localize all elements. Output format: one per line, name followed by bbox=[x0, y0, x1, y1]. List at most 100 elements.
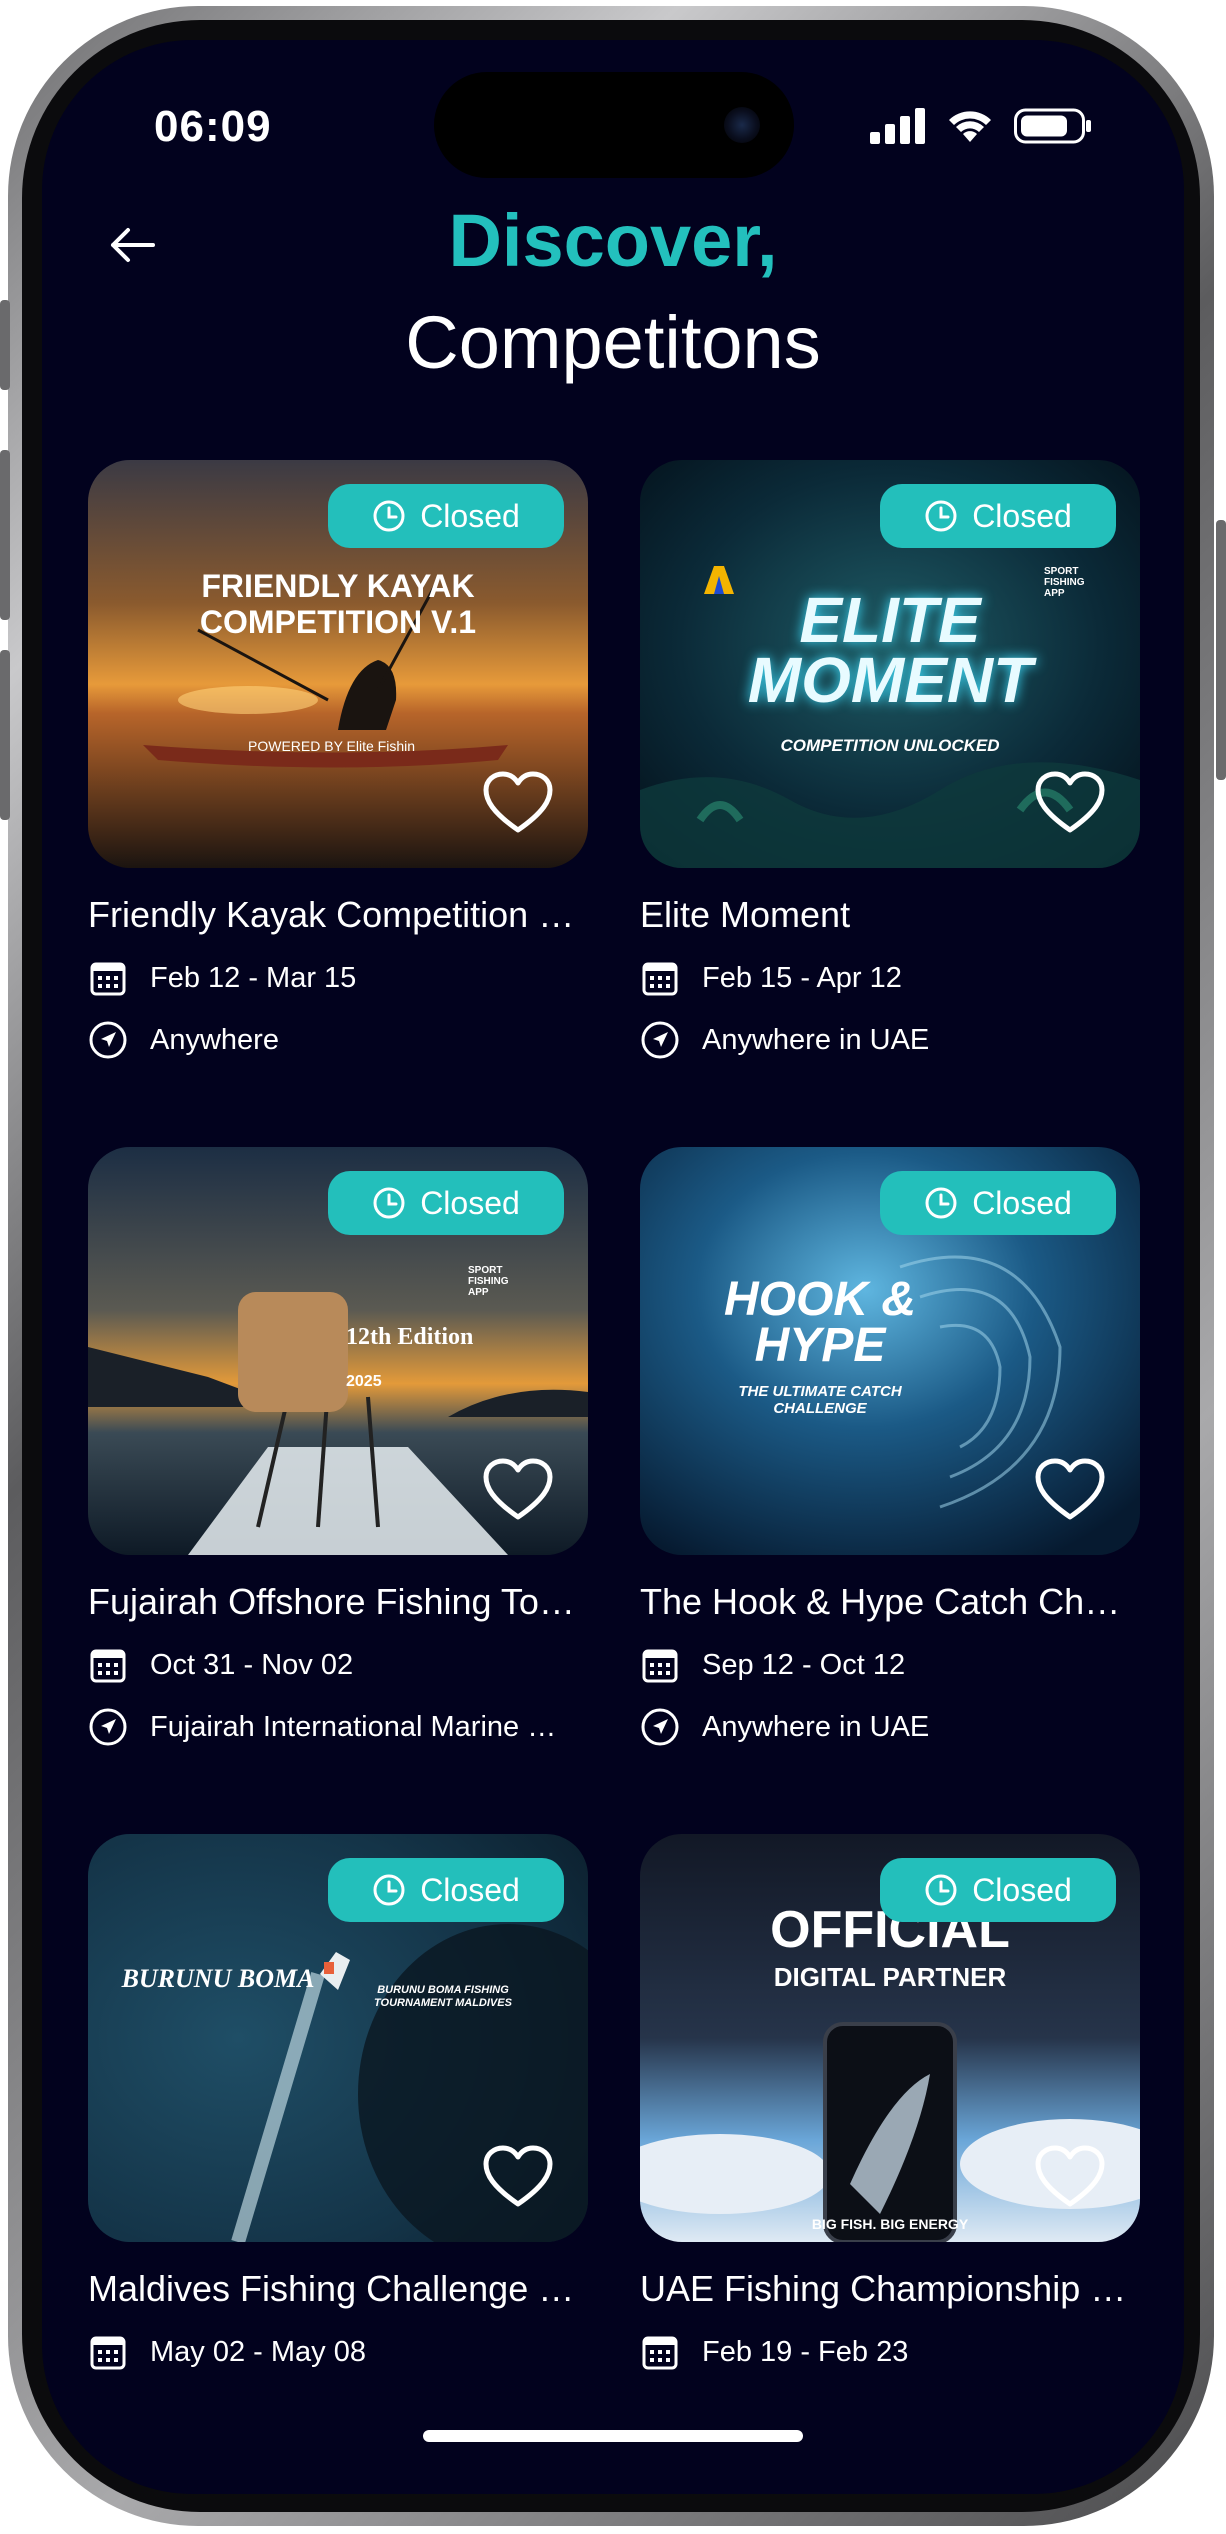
competition-title: Maldives Fishing Challenge 2025 bbox=[88, 2268, 588, 2309]
competition-card[interactable]: FRIENDLY KAYAK COMPETITION V.1 POWERED B… bbox=[88, 460, 588, 1060]
heart-icon[interactable] bbox=[482, 1457, 554, 1523]
clock-icon bbox=[925, 500, 957, 532]
date-row: Oct 31 - Nov 02 bbox=[88, 1645, 588, 1685]
competition-card[interactable]: OFFICIAL DIGITAL PARTNER BIG FISH. BIG E… bbox=[640, 1834, 1140, 2372]
competition-title: Friendly Kayak Competition V.1 bbox=[88, 894, 588, 935]
navigation-icon bbox=[88, 1707, 128, 1747]
date-range: Oct 31 - Nov 02 bbox=[150, 1648, 354, 1681]
poster-logo-text: SPORT FISHING APP bbox=[468, 1265, 509, 1298]
competition-title: Elite Moment bbox=[640, 894, 851, 935]
status-badge: Closed bbox=[328, 484, 564, 548]
heart-icon[interactable] bbox=[482, 2144, 554, 2210]
competition-card[interactable]: BURUNU BOMA BURUNU BOMA FISHING TOURNAME… bbox=[88, 1834, 588, 2372]
status-badge: Closed bbox=[880, 1171, 1116, 1235]
heart-icon[interactable] bbox=[1034, 770, 1106, 836]
heart-icon[interactable] bbox=[1034, 2144, 1106, 2210]
poster-subtitle: DIGITAL PARTNER bbox=[773, 1962, 1007, 1992]
poster-logo-text: SPORT FISHING APP bbox=[1044, 566, 1085, 599]
location-row: Anywhere in UAE bbox=[640, 1707, 1140, 1747]
date-range: Feb 12 - Mar 15 bbox=[150, 961, 357, 994]
status-time: 06:09 bbox=[154, 102, 272, 151]
location: Anywhere in UAE bbox=[702, 1710, 930, 1743]
competition-card[interactable]: 12th Edition 2025 SPORT FISHING APP Clos… bbox=[88, 1147, 588, 1747]
home-indicator[interactable] bbox=[423, 2430, 803, 2442]
clock-icon bbox=[373, 1187, 405, 1219]
page-title-line1: Discover, bbox=[448, 199, 778, 282]
navigation-icon bbox=[640, 1707, 680, 1747]
clock-icon bbox=[373, 500, 405, 532]
date-range: May 02 - May 08 bbox=[150, 2335, 366, 2368]
competition-title: The Hook & Hype Catch Challenge bbox=[640, 1581, 1140, 1622]
competition-image[interactable]: BURUNU BOMA BURUNU BOMA FISHING TOURNAME… bbox=[88, 1834, 588, 2242]
competition-card[interactable]: HOOK & HYPE THE ULTIMATE CATCH CHALLENGE… bbox=[640, 1147, 1140, 1747]
date-range: Feb 19 - Feb 23 bbox=[702, 2335, 909, 2368]
poster-line1: HOOK & bbox=[724, 1273, 916, 1326]
date-row: Feb 19 - Feb 23 bbox=[640, 2332, 1140, 2372]
poster-title: FRIENDLY KAYAK COMPETITION V.1 bbox=[88, 568, 588, 640]
date-range: Feb 15 - Apr 12 bbox=[702, 961, 902, 994]
status-label: Closed bbox=[972, 1184, 1072, 1221]
sponsor-logo-icon bbox=[704, 566, 734, 594]
date-row: May 02 - May 08 bbox=[88, 2332, 588, 2372]
poster-caption: THE ULTIMATE CATCH CHALLENGE bbox=[738, 1383, 902, 1417]
volume-up-button bbox=[0, 450, 10, 620]
poster-line1: FRIENDLY KAYAK bbox=[201, 568, 475, 604]
poster-caption: COMPETITION UNLOCKED bbox=[780, 736, 1000, 755]
clock-icon bbox=[925, 1187, 957, 1219]
battery-icon bbox=[1014, 108, 1091, 144]
competition-title: Fujairah Offshore Fishing Tournament bbox=[88, 1581, 588, 1622]
location: Anywhere bbox=[150, 1023, 279, 1056]
date-range: Sep 12 - Oct 12 bbox=[702, 1648, 906, 1681]
dynamic-island bbox=[434, 72, 794, 178]
status-label: Closed bbox=[972, 1871, 1072, 1908]
calendar-icon bbox=[88, 958, 128, 998]
calendar-icon bbox=[640, 958, 680, 998]
competition-image[interactable]: FRIENDLY KAYAK COMPETITION V.1 POWERED B… bbox=[88, 460, 588, 868]
app-screen: 06:09 Discover, Competitons FRIENDLY KAY… bbox=[42, 40, 1184, 2494]
power-button bbox=[1216, 520, 1226, 780]
competition-image[interactable]: OFFICIAL DIGITAL PARTNER BIG FISH. BIG E… bbox=[640, 1834, 1140, 2242]
clock-icon bbox=[373, 1874, 405, 1906]
heart-icon[interactable] bbox=[1034, 1457, 1106, 1523]
heart-icon[interactable] bbox=[482, 770, 554, 836]
location-row: Anywhere in UAE bbox=[640, 1020, 1140, 1060]
competition-title: UAE Fishing Championship 2025 bbox=[640, 2268, 1140, 2309]
poster-line2: MOMENT bbox=[747, 644, 1033, 716]
date-row: Feb 15 - Apr 12 bbox=[640, 958, 1140, 998]
competition-image[interactable]: HOOK & HYPE THE ULTIMATE CATCH CHALLENGE… bbox=[640, 1147, 1140, 1555]
status-label: Closed bbox=[972, 497, 1072, 534]
poster-year: 2025 bbox=[346, 1373, 382, 1390]
volume-down-button bbox=[0, 650, 10, 820]
competition-image[interactable]: ELITE MOMENT COMPETITION UNLOCKED SPORT … bbox=[640, 460, 1140, 868]
page-title-line2: Competitons bbox=[405, 301, 821, 384]
poster-line2: HYPE bbox=[754, 1319, 886, 1372]
date-row: Feb 12 - Mar 15 bbox=[88, 958, 588, 998]
status-label: Closed bbox=[420, 497, 520, 534]
location: Fujairah International Marine Club bbox=[150, 1710, 570, 1743]
poster-title: ELITE MOMENT bbox=[640, 584, 1140, 716]
location: Anywhere in UAE bbox=[702, 1023, 930, 1056]
poster-caption: POWERED BY Elite Fishin bbox=[248, 738, 416, 754]
calendar-icon bbox=[640, 2332, 680, 2372]
navigation-icon bbox=[640, 1020, 680, 1060]
competition-image[interactable]: 12th Edition 2025 SPORT FISHING APP Clos… bbox=[88, 1147, 588, 1555]
poster-line1: ELITE bbox=[799, 584, 981, 656]
cellular-signal-icon bbox=[870, 108, 925, 144]
status-label: Closed bbox=[420, 1871, 520, 1908]
poster-edition: 12th Edition bbox=[346, 1324, 474, 1350]
action-button bbox=[0, 300, 10, 390]
poster-title: BURUNU BOMA bbox=[121, 1964, 315, 1993]
location-row: Anywhere bbox=[88, 1020, 588, 1060]
wifi-icon bbox=[949, 111, 991, 142]
status-badge: Closed bbox=[880, 484, 1116, 548]
calendar-icon bbox=[640, 1645, 680, 1685]
calendar-icon bbox=[88, 2332, 128, 2372]
status-badge: Closed bbox=[880, 1858, 1116, 1922]
poster-title: HOOK & HYPE bbox=[710, 1273, 930, 1372]
date-row: Sep 12 - Oct 12 bbox=[640, 1645, 1140, 1685]
poster-line2: COMPETITION V.1 bbox=[199, 604, 477, 640]
navigation-icon bbox=[88, 1020, 128, 1060]
competition-card[interactable]: ELITE MOMENT COMPETITION UNLOCKED SPORT … bbox=[640, 460, 1140, 1060]
clock-icon bbox=[925, 1874, 957, 1906]
status-badge: Closed bbox=[328, 1171, 564, 1235]
